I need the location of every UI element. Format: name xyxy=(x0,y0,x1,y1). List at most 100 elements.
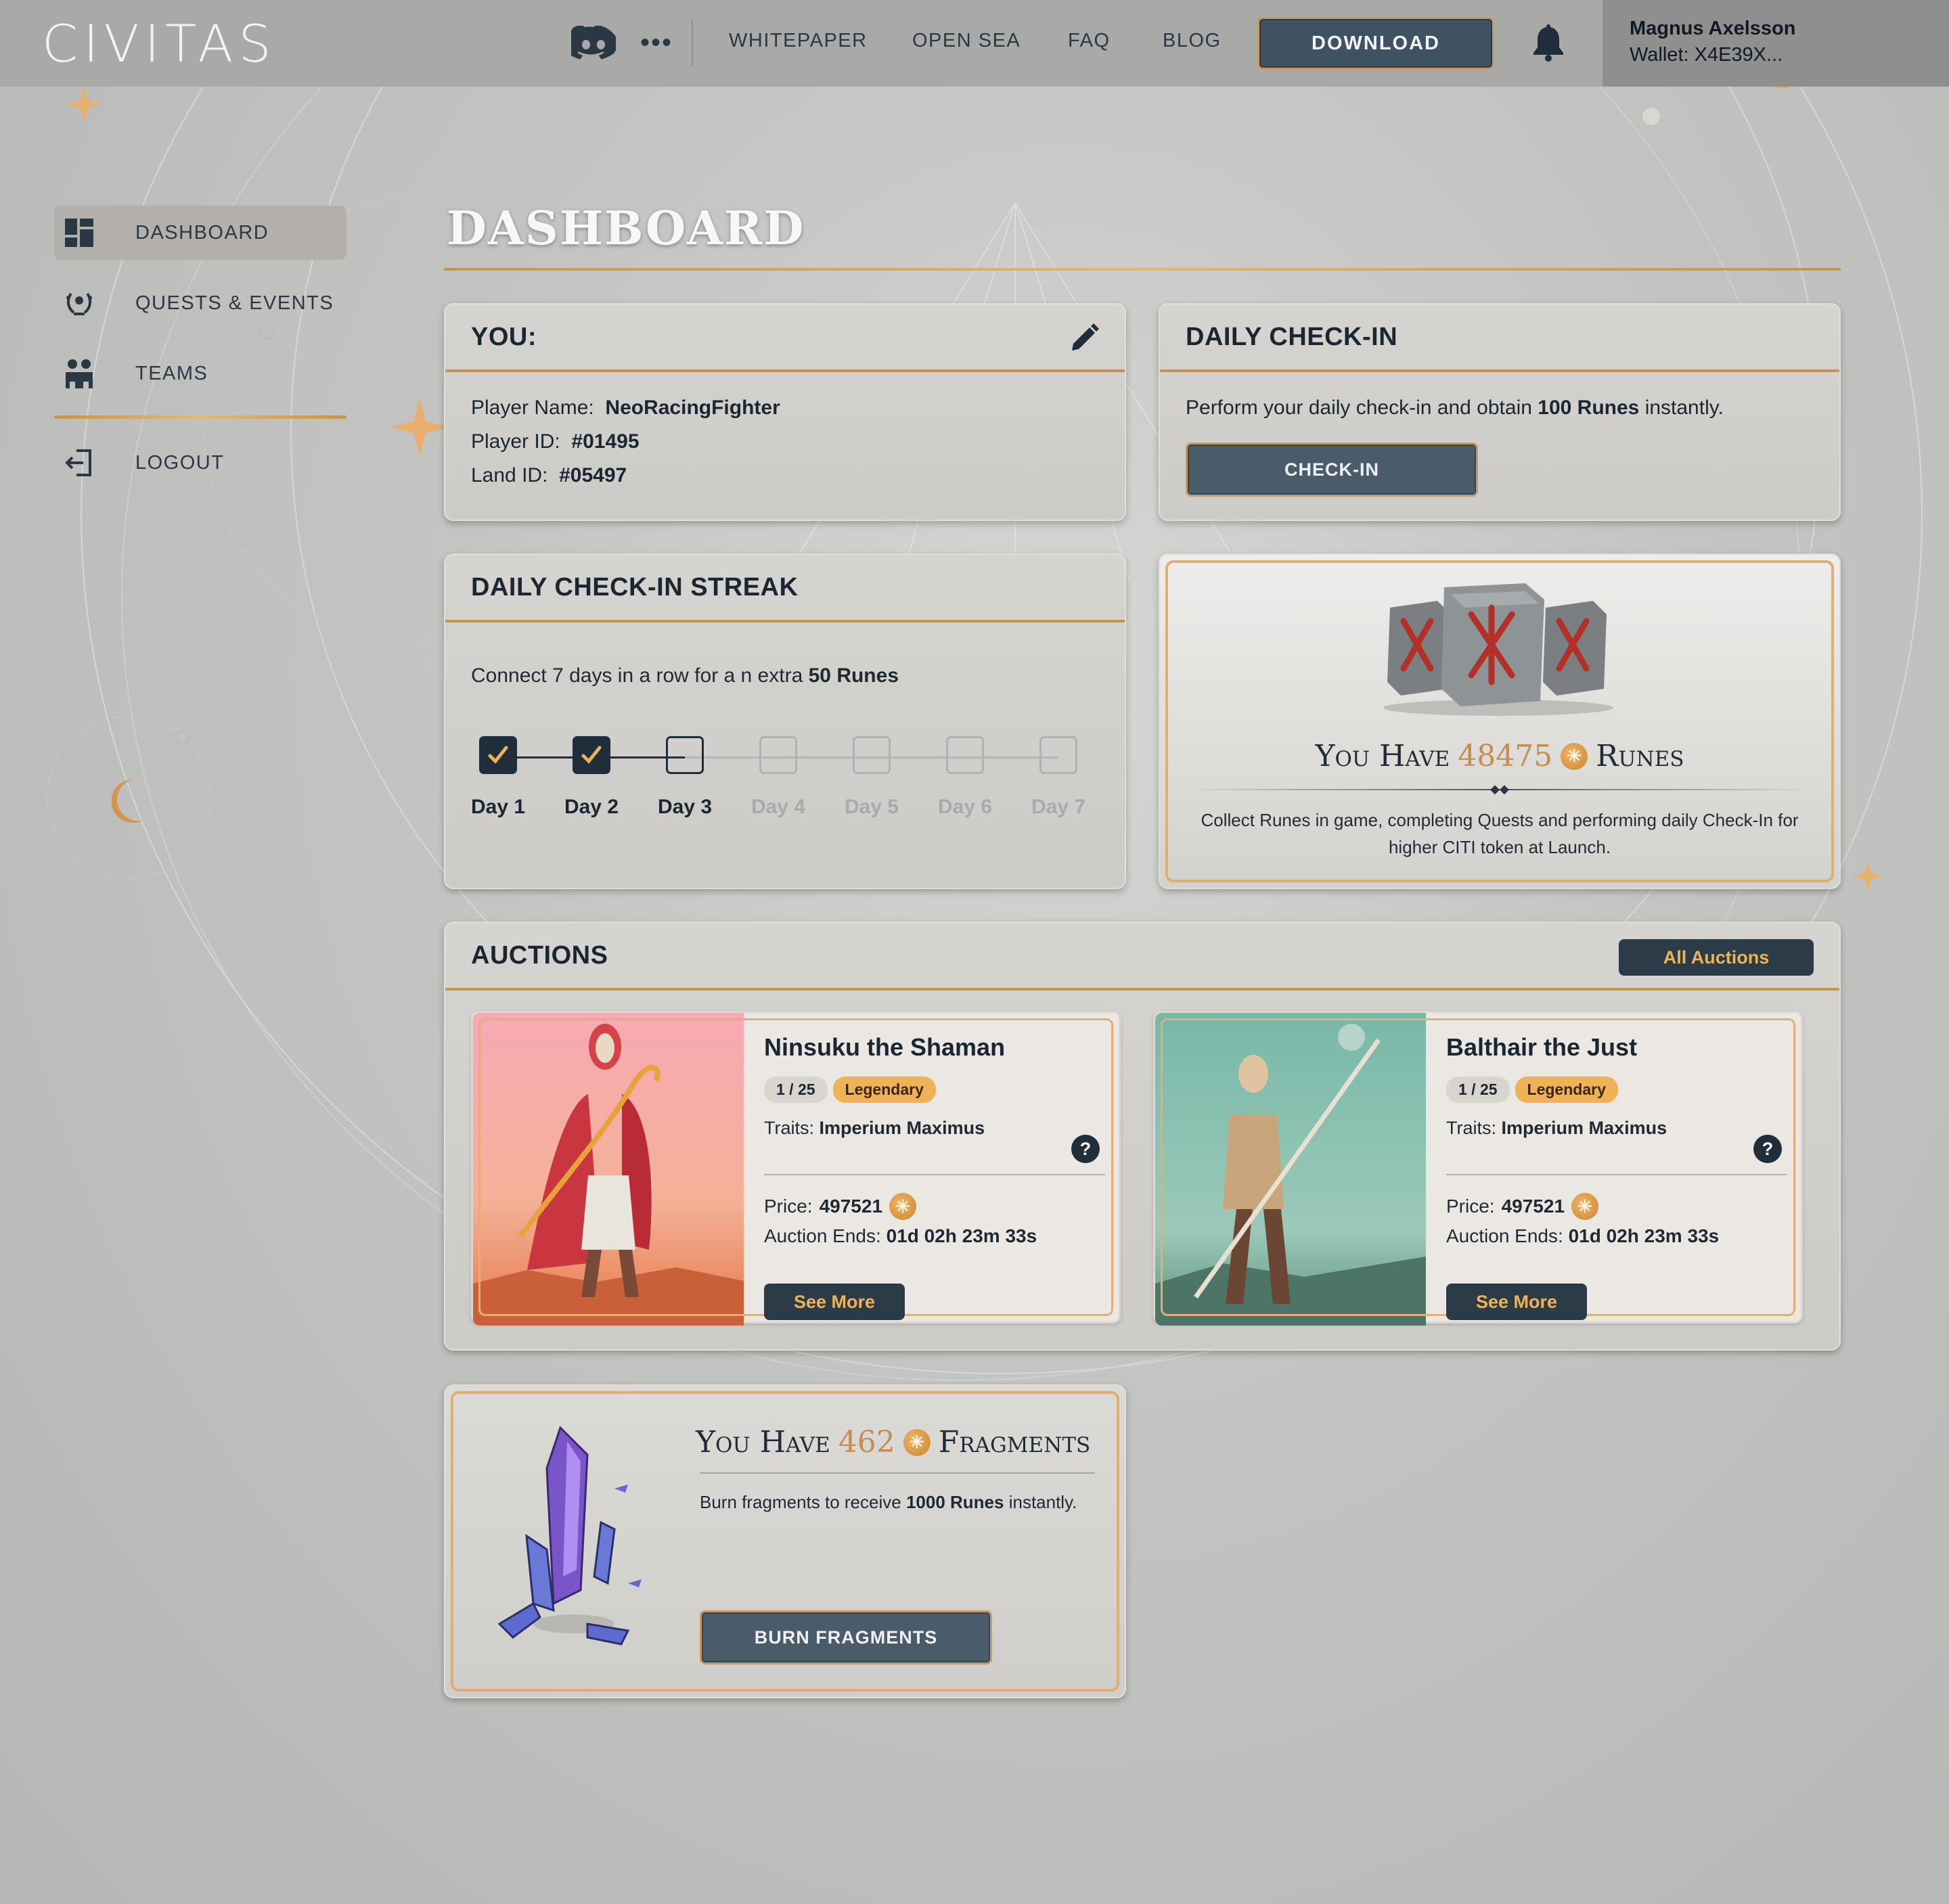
rarity-badge: Legendary xyxy=(1515,1076,1618,1103)
ends-label: Auction Ends: xyxy=(764,1225,881,1246)
player-name-label: Player Name: xyxy=(471,396,594,419)
nav-link-opensea[interactable]: OPEN SEA xyxy=(912,30,1021,52)
checkin-text: Perform your daily check-in and obtain xyxy=(1186,396,1532,419)
streak-reward: 50 Runes xyxy=(808,664,899,687)
auction-info: Balthair the Just 1 / 25 Legendary Traits… xyxy=(1446,1033,1791,1320)
fragment-coin-icon: ✳ xyxy=(903,1428,931,1456)
player-id-row: Player ID: #01495 xyxy=(471,425,1099,459)
team-icon xyxy=(64,358,95,389)
auction-name: Ninsuku the Shaman xyxy=(764,1033,1006,1061)
fragments-divider xyxy=(700,1472,1095,1474)
nav-link-faq[interactable]: FAQ xyxy=(1068,30,1111,52)
you-card-title: YOU: xyxy=(471,322,537,351)
runes-stones-image xyxy=(1383,583,1613,716)
fragments-card: You Have 462 ✳ Fragments Burn fragments … xyxy=(444,1384,1126,1698)
discord-icon[interactable] xyxy=(571,26,616,61)
logout-button[interactable]: LOGOUT xyxy=(54,436,346,490)
streak-day-label: Day 5 xyxy=(844,796,899,818)
runes-balance: You Have 48475 ✳ Runes xyxy=(1160,739,1839,773)
you-card-body: Player Name: NeoRacingFighter Player ID:… xyxy=(445,372,1125,512)
fragments-amount: 462 xyxy=(838,1425,895,1459)
sidebar-divider xyxy=(54,415,346,419)
auction-item: Balthair the Just 1 / 25 Legendary Traits… xyxy=(1153,1011,1803,1325)
help-icon[interactable]: ? xyxy=(1753,1135,1782,1163)
auction-name: Balthair the Just xyxy=(1446,1033,1638,1061)
fragments-unit: Fragments xyxy=(938,1425,1091,1459)
rune-coin-icon: ✳ xyxy=(1561,742,1588,770)
checkin-description: Perform your daily check-in and obtain 1… xyxy=(1186,391,1814,425)
streak-description: Connect 7 days in a row for a n extra 50… xyxy=(471,664,899,687)
runes-description: Collect Runes in game, completing Quests… xyxy=(1201,810,1799,857)
all-auctions-button[interactable]: All Auctions xyxy=(1619,939,1814,976)
streak-day-checkbox xyxy=(1039,736,1077,774)
see-more-button[interactable]: See More xyxy=(764,1284,905,1320)
help-icon[interactable]: ? xyxy=(1071,1135,1100,1163)
nav-link-whitepaper[interactable]: WHITEPAPER xyxy=(729,30,868,52)
you-card-header: YOU: xyxy=(445,304,1125,372)
sidebar-item-label: DASHBOARD xyxy=(135,221,269,244)
ends-value: 01d 02h 23m 33s xyxy=(886,1225,1037,1246)
sidebar-item-quests-events[interactable]: QUESTS & EVENTS xyxy=(54,276,346,330)
price-label: Price: xyxy=(1446,1196,1495,1217)
page-title: DASHBOARD xyxy=(447,202,805,256)
auction-ends: Auction Ends: 01d 02h 23m 33s xyxy=(764,1225,1037,1247)
user-account-box[interactable]: Magnus Axelsson Wallet: X4E39X... xyxy=(1603,0,1949,87)
streak-day-checkbox xyxy=(666,736,704,774)
auction-divider xyxy=(1446,1174,1787,1175)
daily-checkin-header: DAILY CHECK-IN xyxy=(1160,304,1839,372)
land-id-label: Land ID: xyxy=(471,464,548,486)
fragments-text: Burn fragments to receive xyxy=(700,1492,901,1512)
fragments-reward: 1000 Runes xyxy=(905,1492,1004,1512)
runes-you-have: You Have xyxy=(1315,739,1450,773)
player-id-label: Player ID: xyxy=(471,430,560,453)
edition-badge: 1 / 25 xyxy=(764,1076,828,1103)
runes-card: You Have 48475 ✳ Runes ◆◆ Collect Runes … xyxy=(1159,553,1841,889)
auction-item: Ninsuku the Shaman 1 / 25 Legendary Trait… xyxy=(471,1011,1121,1325)
runes-unit: Runes xyxy=(1596,739,1684,773)
price-value: 497521 xyxy=(1501,1196,1565,1217)
sidebar-item-teams[interactable]: TEAMS xyxy=(54,346,346,401)
checkin-reward: 100 Runes xyxy=(1538,396,1640,419)
logo-text: CIVITAS xyxy=(42,13,277,74)
land-id-value: #05497 xyxy=(559,464,627,486)
rune-coin-icon: ✳ xyxy=(1571,1193,1599,1220)
you-card: YOU: Player Name: NeoRacingFighter Playe… xyxy=(444,303,1126,521)
civitas-logo[interactable]: CIVITAS xyxy=(42,14,277,74)
edit-pencil-icon[interactable] xyxy=(1071,323,1099,352)
auction-traits: Traits: Imperium Maximus xyxy=(1446,1118,1791,1139)
land-id-row: Land ID: #05497 xyxy=(471,459,1099,493)
daily-checkin-body: Perform your daily check-in and obtain 1… xyxy=(1160,372,1839,516)
user-name: Magnus Axelsson xyxy=(1630,18,1796,39)
streak-day-label: Day 3 xyxy=(657,796,713,818)
auction-ends: Auction Ends: 01d 02h 23m 33s xyxy=(1446,1225,1719,1247)
sidebar-item-label: TEAMS xyxy=(135,362,208,384)
nav-link-blog[interactable]: BLOG xyxy=(1163,30,1222,52)
nav-separator xyxy=(692,20,693,66)
ends-value: 01d 02h 23m 33s xyxy=(1568,1225,1720,1246)
runes-amount: 48475 xyxy=(1458,739,1553,773)
download-button[interactable]: DOWNLOAD xyxy=(1257,17,1494,70)
see-more-button[interactable]: See More xyxy=(1446,1284,1587,1320)
streak-day-checkbox xyxy=(573,736,610,774)
more-menu-icon[interactable]: ••• xyxy=(640,27,673,58)
traits-label: Traits: xyxy=(1446,1118,1496,1138)
sidebar-item-dashboard[interactable]: DASHBOARD xyxy=(54,206,346,260)
checkmark-icon xyxy=(581,746,602,764)
dashboard-grid-icon xyxy=(64,217,95,248)
streak-day-label: Day 7 xyxy=(1031,796,1086,818)
checkmark-icon xyxy=(488,746,508,764)
traits-label: Traits: xyxy=(764,1118,814,1138)
title-underline xyxy=(444,268,1841,271)
checkin-streak-card: DAILY CHECK-IN STREAK Connect 7 days in … xyxy=(444,553,1126,889)
notification-bell-icon[interactable] xyxy=(1532,24,1565,62)
logout-icon xyxy=(64,447,95,478)
fragments-text-end: instantly. xyxy=(1008,1492,1077,1512)
streak-day-checkbox xyxy=(853,736,891,774)
checkin-button[interactable]: CHECK-IN xyxy=(1186,443,1478,497)
price-value: 497521 xyxy=(819,1196,883,1217)
streak-day-checkbox xyxy=(759,736,797,774)
traits-value: Imperium Maximus xyxy=(1501,1118,1667,1138)
burn-fragments-button[interactable]: BURN FRAGMENTS xyxy=(700,1610,992,1664)
streak-day-label: Day 2 xyxy=(564,796,619,818)
sidebar-item-label: QUESTS & EVENTS xyxy=(135,292,334,314)
